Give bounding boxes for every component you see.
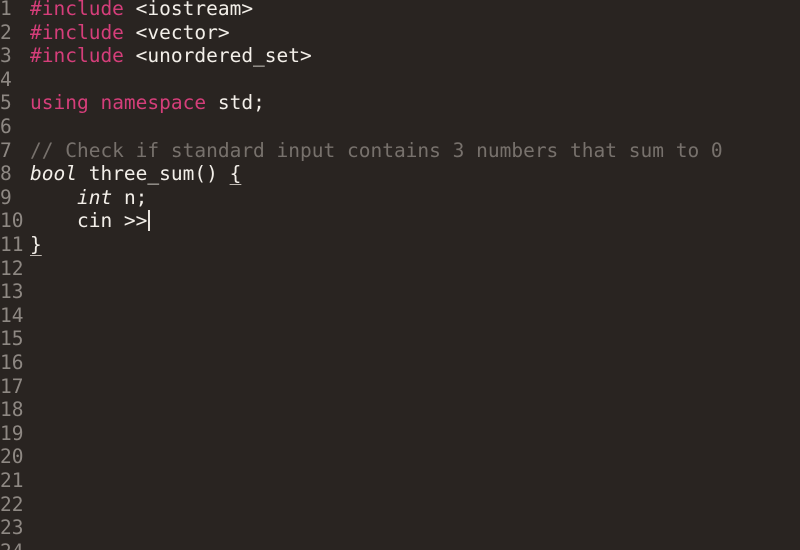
code-token: n; [112, 185, 148, 209]
code-line[interactable]: 6 [0, 115, 30, 139]
code-line[interactable]: 17 [0, 375, 30, 399]
code-line[interactable]: 20 [0, 445, 30, 469]
line-number: 7 [0, 138, 12, 162]
code-token: { [229, 162, 242, 186]
code-content[interactable]: cin >> [30, 209, 150, 233]
code-line[interactable]: 15 [0, 327, 30, 351]
code-line[interactable]: 10 cin >> [0, 209, 150, 233]
code-editor[interactable]: 1 #include <iostream> 2 #include <vector> 3 #… [0, 0, 800, 550]
code-token: cin >> [30, 209, 148, 233]
line-number: 20 [0, 445, 24, 469]
code-content[interactable]: int n; [30, 186, 147, 210]
line-number: 2 [0, 20, 12, 44]
code-line[interactable]: 4 [0, 68, 30, 92]
line-number: 9 [0, 185, 12, 209]
code-line[interactable]: 23 [0, 516, 30, 540]
line-number: 22 [0, 492, 24, 516]
line-number: 17 [0, 374, 24, 398]
code-line[interactable]: 9 int n; [0, 186, 147, 210]
code-line[interactable]: 16 [0, 351, 30, 375]
code-token: #include [30, 20, 124, 44]
line-number: 10 [0, 209, 24, 233]
code-line[interactable]: 21 [0, 469, 30, 493]
line-number: 23 [0, 516, 24, 540]
code-line[interactable]: 11} [0, 233, 42, 257]
code-line[interactable]: 19 [0, 422, 30, 446]
line-number: 18 [0, 398, 24, 422]
code-token: <iostream> [123, 0, 254, 20]
code-token: int [76, 185, 113, 209]
code-content[interactable]: #include <unordered_set> [30, 44, 312, 68]
code-content[interactable]: #include <iostream> [30, 0, 253, 21]
code-content[interactable]: } [30, 233, 42, 257]
code-content[interactable]: using namespace std; [30, 91, 265, 115]
line-number: 5 [0, 91, 12, 115]
line-number: 6 [0, 115, 12, 138]
code-content[interactable]: bool three_sum() { [30, 162, 241, 186]
code-content[interactable]: // Check if standard input contains 3 nu… [30, 139, 723, 163]
line-number: 3 [0, 44, 12, 68]
code-line[interactable]: 8 bool three_sum() { [0, 162, 241, 186]
code-token: namespace [100, 91, 207, 115]
code-token: #include [30, 44, 124, 68]
code-line[interactable]: 2 #include <vector> [0, 21, 230, 45]
line-number: 21 [0, 469, 24, 492]
line-number: 11 [0, 233, 24, 256]
line-number: 1 [0, 0, 12, 20]
line-number: 8 [0, 162, 12, 186]
code-token: } [30, 233, 42, 256]
line-number: 14 [0, 303, 24, 327]
code-line[interactable]: 1 #include <iostream> [0, 0, 253, 21]
code-token: <vector> [123, 20, 230, 44]
code-token: using [30, 91, 89, 115]
line-number: 12 [0, 256, 24, 280]
code-token: three_sum() [76, 162, 230, 186]
code-token: <unordered_set> [123, 44, 312, 68]
line-number: 15 [0, 327, 24, 351]
code-line[interactable]: 14 [0, 304, 30, 328]
line-number: 24 [0, 540, 30, 550]
code-content[interactable]: #include <vector> [30, 21, 230, 45]
code-line[interactable]: 5 using namespace std; [0, 91, 265, 115]
text-cursor [148, 210, 150, 232]
code-token: #include [30, 0, 124, 20]
line-number: 13 [0, 280, 24, 304]
code-line[interactable]: 7 // Check if standard input contains 3 n… [0, 139, 723, 163]
code-token: std; [206, 91, 265, 115]
code-line[interactable]: 18 [0, 398, 30, 422]
line-number: 19 [0, 421, 24, 445]
line-number: 16 [0, 351, 24, 374]
code-line[interactable]: 13 [0, 280, 30, 304]
code-line[interactable]: 3 #include <unordered_set> [0, 44, 312, 68]
code-line[interactable]: 12 [0, 257, 30, 281]
code-line[interactable]: 24 [0, 540, 30, 550]
code-token: bool [30, 162, 77, 186]
code-line[interactable]: 22 [0, 493, 30, 517]
code-token: // Check if standard input contains 3 nu… [30, 138, 723, 162]
line-number: 4 [0, 67, 12, 91]
